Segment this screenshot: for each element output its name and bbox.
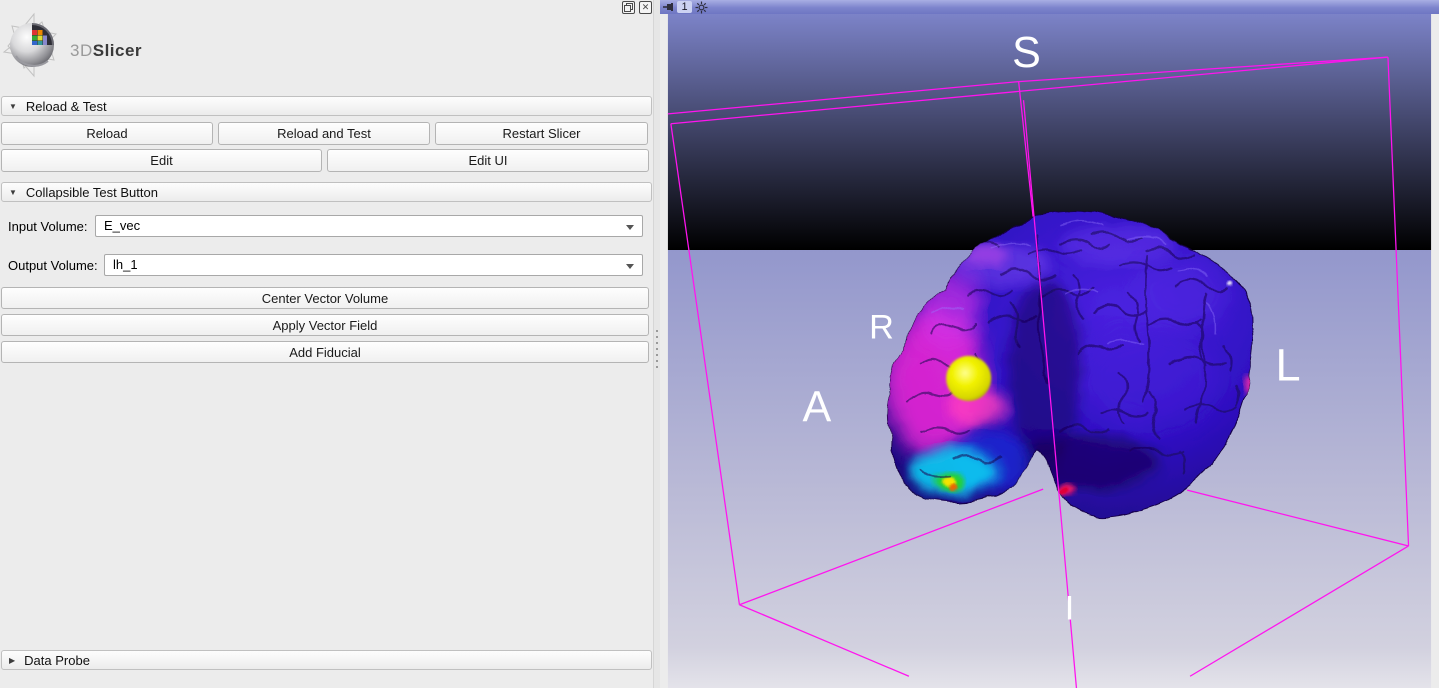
output-volume-combobox[interactable]: lh_1 [104,254,643,276]
splitter-grip-icon [656,330,658,370]
panel-splitter[interactable] [653,0,660,688]
undock-panel-icon[interactable] [622,1,635,14]
logo-3d: 3D [70,41,93,60]
view-controller-bar[interactable]: 1 [660,0,1439,14]
section-title: Reload & Test [26,99,107,114]
slicer-logo-icon [2,12,66,83]
threed-view: 1 [660,0,1439,688]
label-left: L [1276,339,1301,390]
section-collapsible-test-button[interactable]: ▼ Collapsible Test Button [1,182,652,202]
fiducial-sphere[interactable] [946,356,991,401]
collapse-triangle-icon: ▶ [9,656,15,665]
view-options-icon[interactable] [695,1,708,14]
view-name-badge[interactable]: 1 [677,1,692,13]
restart-slicer-button[interactable]: Restart Slicer [435,122,648,145]
edit-button[interactable]: Edit [1,149,322,172]
input-volume-label: Input Volume: [8,216,88,237]
label-superior: S [1012,29,1041,77]
slicer-logo-text: 3DSlicer [70,41,142,61]
section-title: Collapsible Test Button [26,185,158,200]
section-title: Data Probe [24,653,90,668]
pin-icon[interactable] [662,1,674,13]
output-volume-value: lh_1 [113,257,138,272]
label-right: R [869,308,894,346]
logo-slicer: Slicer [93,41,142,60]
output-volume-label: Output Volume: [8,255,98,276]
close-panel-icon[interactable]: ✕ [639,1,652,14]
input-volume-combobox[interactable]: E_vec [95,215,643,237]
reload-button[interactable]: Reload [1,122,213,145]
collapse-triangle-icon: ▼ [9,188,17,197]
section-reload-and-test[interactable]: ▼ Reload & Test [1,96,652,116]
input-volume-value: E_vec [104,218,140,233]
collapse-triangle-icon: ▼ [9,102,17,111]
center-vector-volume-button[interactable]: Center Vector Volume [1,287,649,309]
reload-and-test-button[interactable]: Reload and Test [218,122,430,145]
module-panel: ✕ [0,0,653,688]
edit-ui-button[interactable]: Edit UI [327,149,649,172]
label-inferior: I [1065,589,1075,627]
add-fiducial-button[interactable]: Add Fiducial [1,341,649,363]
chevron-down-icon [626,225,634,230]
apply-vector-field-button[interactable]: Apply Vector Field [1,314,649,336]
label-anterior: A [802,384,831,432]
section-data-probe[interactable]: ▶ Data Probe [1,650,652,670]
slicer-window: ✕ [0,0,1439,688]
chevron-down-icon [626,264,634,269]
render-canvas[interactable]: S R A L I [660,14,1439,688]
